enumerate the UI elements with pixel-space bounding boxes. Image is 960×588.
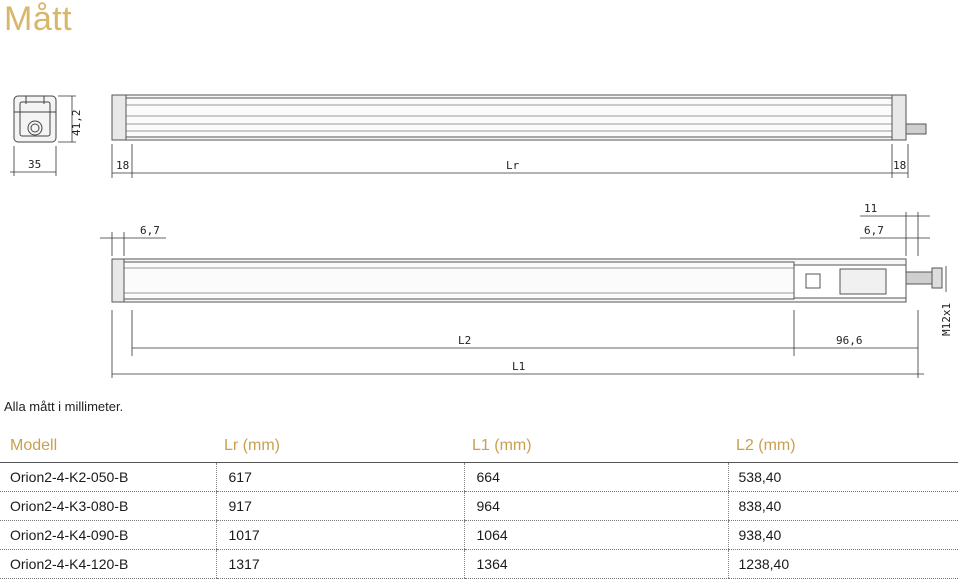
l1-cell: 1064	[463, 520, 728, 550]
dim-end-left-label: 18	[116, 159, 129, 172]
dim-left-offset-label: 6,7	[140, 224, 160, 237]
column-header: L1 (mm)	[464, 432, 728, 463]
dimension-drawing: 41,2 35 18 Lr 18 6,7 11 6,7 M12x1 L2 96,…	[10, 94, 953, 378]
column-header: L2 (mm)	[728, 432, 958, 463]
lr-cell: 1317	[215, 549, 464, 579]
end-profile	[13, 95, 57, 143]
l1-cell: 664	[463, 462, 728, 492]
dim-96-label: 96,6	[836, 334, 863, 347]
column-header: Modell	[0, 432, 216, 463]
dim-right-offset-label: 6,7	[864, 224, 884, 237]
model-cell: Orion2-4-K4-120-B	[0, 549, 216, 579]
table-row: Orion2-4-K3-080-B 917 964 838,40	[0, 491, 958, 521]
bottom-bar	[111, 258, 943, 303]
units-note: Alla mått i millimeter.	[4, 399, 124, 414]
dim-l2-label: L2	[458, 334, 471, 347]
table-row: Orion2-4-K4-090-B 1017 1064 938,40	[0, 520, 958, 550]
l2-cell: 538,40	[727, 462, 958, 492]
dim-right-top-label: 11	[864, 202, 877, 215]
dim-m12-label: M12x1	[940, 303, 953, 336]
l1-cell: 964	[463, 491, 728, 521]
model-cell: Orion2-4-K2-050-B	[0, 462, 216, 492]
lr-cell: 1017	[215, 520, 464, 550]
model-cell: Orion2-4-K3-080-B	[0, 491, 216, 521]
l2-cell: 1238,40	[727, 549, 958, 579]
dim-end-right-label: 18	[893, 159, 906, 172]
table-row: Orion2-4-K4-120-B 1317 1364 1238,40	[0, 549, 958, 579]
dim-width-label: 35	[28, 158, 41, 171]
model-cell: Orion2-4-K4-090-B	[0, 520, 216, 550]
lr-cell: 917	[215, 491, 464, 521]
column-header: Lr (mm)	[216, 432, 464, 463]
dim-lr-label: Lr	[506, 159, 520, 172]
l2-cell: 938,40	[727, 520, 958, 550]
lr-cell: 617	[215, 462, 464, 492]
l2-cell: 838,40	[727, 491, 958, 521]
top-bar	[111, 94, 927, 141]
model-dimensions-table: Modell Lr (mm) L1 (mm) L2 (mm) Orion2-4-…	[0, 432, 958, 579]
table-row: Orion2-4-K2-050-B 617 664 538,40	[0, 462, 958, 492]
l1-cell: 1364	[463, 549, 728, 579]
dim-height-label: 41,2	[70, 110, 83, 137]
table-header-row: Modell Lr (mm) L1 (mm) L2 (mm)	[0, 432, 958, 463]
dim-l1-label: L1	[512, 360, 525, 373]
